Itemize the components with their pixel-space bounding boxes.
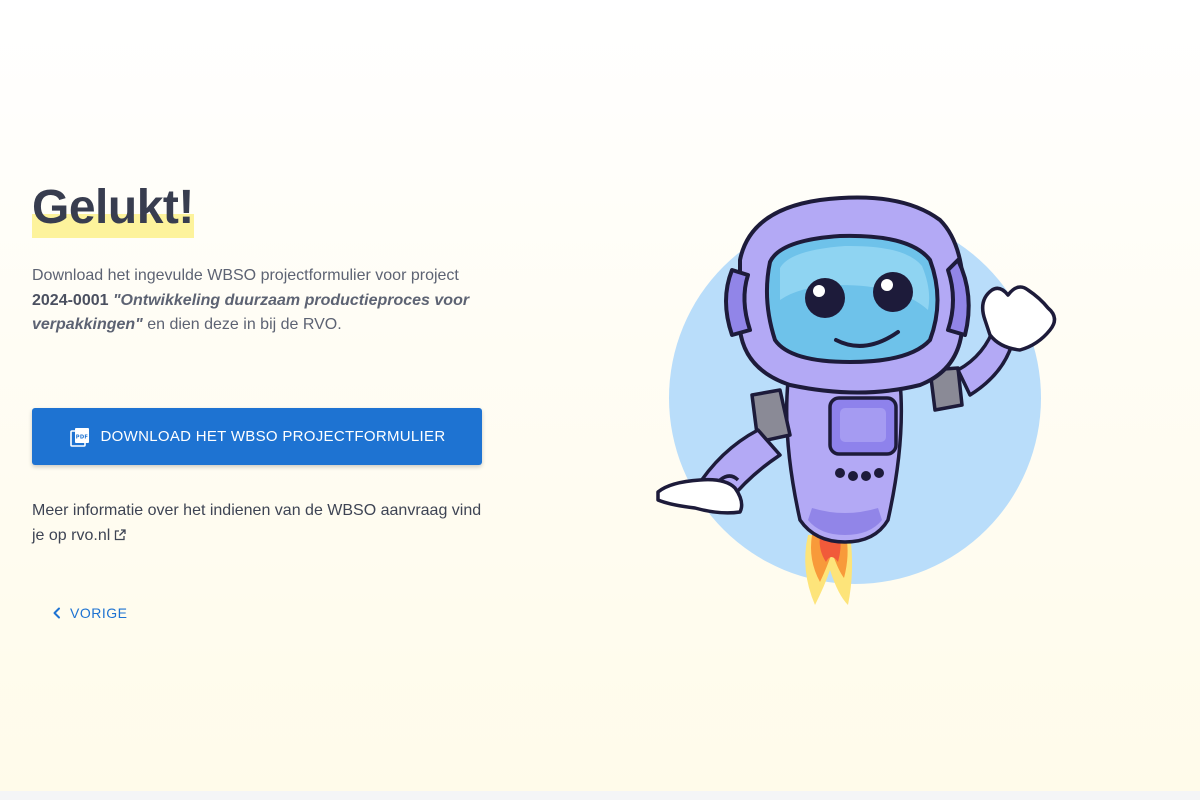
bottom-strip [0,791,1200,800]
project-number: 2024-0001 [32,291,109,309]
back-button-label: VORIGE [70,605,128,621]
intro-text-after: en dien deze in bij de RVO. [142,316,342,333]
download-projectformulier-button[interactable]: PDF DOWNLOAD HET WBSO PROJECTFORMULIER [32,408,482,465]
page-title: Gelukt! [32,181,194,234]
intro-text-before: Download het ingevulde WBSO projectformu… [32,267,459,284]
chevron-left-icon [53,607,60,619]
robot-waving-illustration [656,195,1057,605]
rvo-link-label: rvo.nl [71,527,111,544]
content-column: Gelukt! Download het ingevulde WBSO proj… [32,178,492,338]
pdf-file-icon: PDF [69,427,89,447]
rocket-flame [805,535,853,605]
svg-text:PDF: PDF [75,434,88,440]
rvo-link[interactable]: rvo.nl [71,527,127,544]
external-link-icon [115,529,126,541]
more-info-text: Meer informatie over het indienen van de… [32,498,492,548]
intro-text: Download het ingevulde WBSO projectformu… [32,264,482,338]
robot-head [724,195,971,395]
back-button[interactable]: VORIGE [44,600,133,626]
download-button-label: DOWNLOAD HET WBSO PROJECTFORMULIER [100,428,446,445]
page-title-wrap: Gelukt! [32,178,194,238]
